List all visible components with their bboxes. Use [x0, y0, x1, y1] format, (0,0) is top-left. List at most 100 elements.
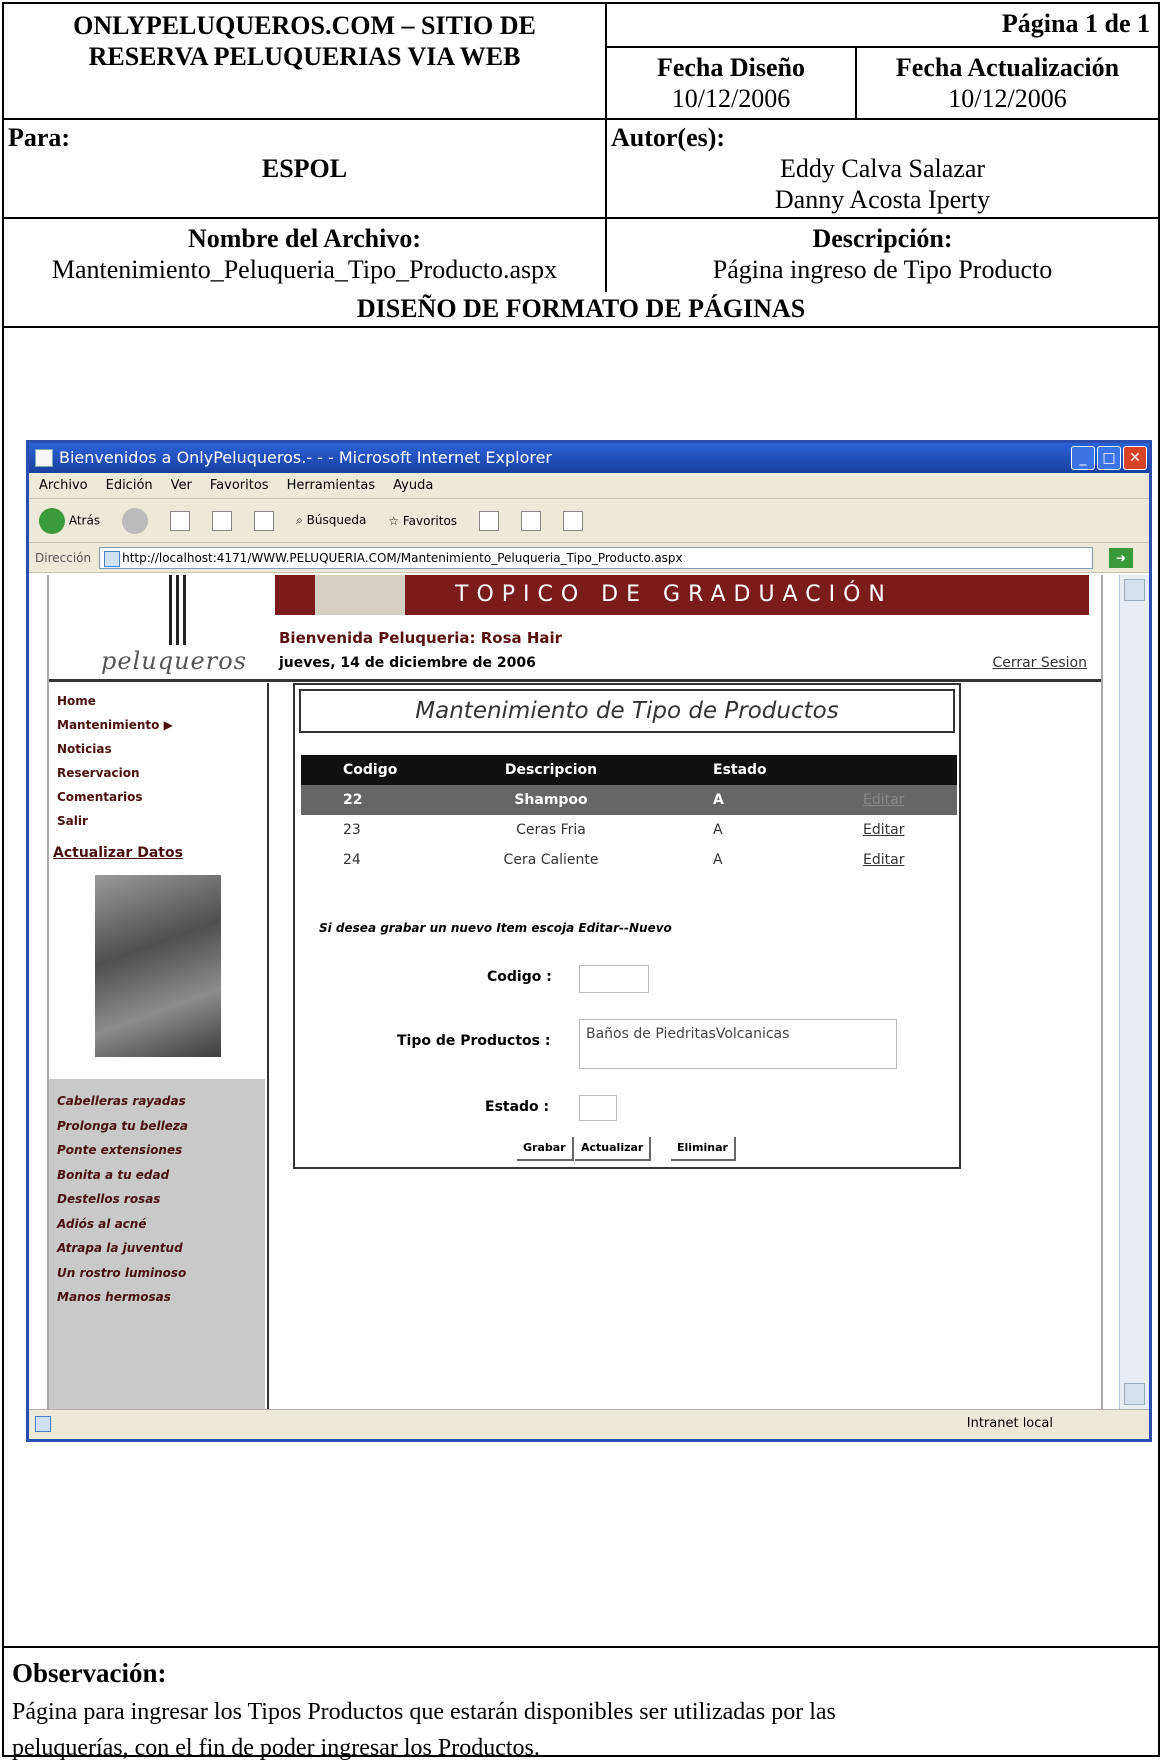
- current-date: jueves, 14 de diciembre de 2006: [279, 655, 536, 671]
- cell-estado: A: [713, 852, 723, 868]
- divider: [49, 679, 1101, 682]
- close-icon[interactable]: ✕: [1123, 446, 1147, 470]
- observation-label: Observación:: [12, 1658, 167, 1688]
- search-label: Búsqueda: [306, 513, 367, 527]
- menu-ayuda[interactable]: Ayuda: [393, 473, 433, 498]
- submenu-arrow-icon: ▶: [163, 718, 173, 732]
- menu-favoritos[interactable]: Favoritos: [210, 473, 269, 498]
- nav-noticias[interactable]: Noticias: [57, 737, 267, 761]
- status-bar: Intranet local: [29, 1409, 1149, 1439]
- promo-item[interactable]: Manos hermosas: [57, 1285, 265, 1310]
- favorites-button[interactable]: ☆ Favoritos: [388, 514, 457, 528]
- browser-window: Bienvenidos a OnlyPeluqueros.- - - Micro…: [26, 440, 1152, 1442]
- para-value: ESPOL: [261, 154, 348, 183]
- promo-item[interactable]: Adiós al acné: [57, 1212, 265, 1237]
- promo-item[interactable]: Un rostro luminoso: [57, 1261, 265, 1286]
- mail-icon[interactable]: [521, 510, 542, 531]
- descripcion-label: Descripción:: [812, 224, 953, 253]
- maximize-icon[interactable]: □: [1097, 446, 1121, 470]
- table-row: 24 Cera Caliente A Editar: [301, 845, 957, 875]
- search-button[interactable]: ⌕ Búsqueda: [296, 513, 366, 528]
- tipo-label: Tipo de Productos :: [397, 1033, 551, 1049]
- promo-photo: [95, 875, 221, 1057]
- eliminar-button[interactable]: Eliminar: [671, 1137, 736, 1161]
- menu-ver[interactable]: Ver: [171, 473, 192, 498]
- header-row-2: Para: ESPOL Autor(es): Eddy Calva Salaza…: [4, 120, 1158, 219]
- codigo-input[interactable]: [579, 965, 649, 993]
- sidebar-nav: Home Mantenimiento ▶ Noticias Reservacio…: [49, 683, 267, 833]
- fecha-actualizacion-label: Fecha Actualización: [895, 53, 1120, 82]
- header-row-1: ONLYPELUQUEROS.COM – SITIO DE RESERVA PE…: [4, 4, 1158, 120]
- history-icon[interactable]: [479, 510, 500, 531]
- update-data-link[interactable]: Actualizar Datos: [53, 845, 267, 861]
- estado-label: Estado :: [485, 1099, 550, 1115]
- promo-item[interactable]: Cabelleras rayadas: [57, 1089, 265, 1114]
- print-icon[interactable]: [563, 510, 584, 531]
- archivo-label: Nombre del Archivo:: [187, 224, 422, 253]
- promo-item[interactable]: Prolonga tu belleza: [57, 1114, 265, 1139]
- observation-line-2: peluquerías, con el fin de poder ingresa…: [12, 1735, 540, 1761]
- edit-link[interactable]: Editar: [791, 845, 957, 875]
- table-header: Codigo Descripcion Estado: [301, 755, 957, 785]
- descripcion-value: Página ingreso de Tipo Producto: [712, 255, 1053, 284]
- cell-estado: A: [713, 822, 723, 838]
- site-title-line-2: RESERVA PELUQUERIAS VIA WEB: [88, 42, 521, 71]
- window-title: Bienvenidos a OnlyPeluqueros.- - - Micro…: [59, 448, 553, 467]
- fecha-diseno-value: 10/12/2006: [671, 84, 791, 113]
- back-button[interactable]: Atrás: [39, 507, 101, 534]
- promo-item[interactable]: Bonita a tu edad: [57, 1163, 265, 1188]
- logout-link[interactable]: Cerrar Sesion: [992, 655, 1087, 671]
- favorites-label: Favoritos: [402, 513, 458, 528]
- promo-item[interactable]: Atrapa la juventud: [57, 1236, 265, 1261]
- nav-mantenimiento[interactable]: Mantenimiento ▶: [57, 713, 267, 737]
- new-item-hint: Si desea grabar un nuevo Item escoja Edi…: [319, 921, 672, 935]
- estado-input[interactable]: [579, 1095, 617, 1121]
- minimize-icon[interactable]: _: [1071, 446, 1095, 470]
- title-bar: Bienvenidos a OnlyPeluqueros.- - - Micro…: [29, 443, 1149, 473]
- fecha-diseno-label: Fecha Diseño: [656, 53, 806, 82]
- cell-codigo: 23: [343, 822, 361, 838]
- go-button[interactable]: ➜: [1109, 547, 1133, 568]
- menu-edicion[interactable]: Edición: [106, 473, 153, 498]
- back-icon: [39, 507, 65, 534]
- col-codigo: Codigo: [343, 762, 398, 778]
- edit-link[interactable]: Editar: [791, 815, 957, 845]
- stop-icon[interactable]: [170, 510, 191, 531]
- menu-archivo[interactable]: Archivo: [39, 473, 88, 498]
- nav-home[interactable]: Home: [57, 689, 267, 713]
- col-estado: Estado: [713, 762, 767, 778]
- promo-item[interactable]: Destellos rosas: [57, 1187, 265, 1212]
- codigo-label-text: Codigo: [487, 969, 542, 985]
- observation-block: Observación: Página para ingresar los Ti…: [4, 1648, 1158, 1763]
- para-block: Para: ESPOL: [4, 120, 607, 217]
- refresh-icon[interactable]: [212, 510, 233, 531]
- site-banner: TOPICO DE GRADUACIÓN: [275, 575, 1089, 615]
- promo-item[interactable]: Ponte extensiones: [57, 1138, 265, 1163]
- cell-descripcion: Ceras Fria: [516, 822, 586, 838]
- forward-icon[interactable]: [122, 507, 149, 534]
- actualizar-button[interactable]: Actualizar: [575, 1137, 652, 1161]
- vertical-scrollbar[interactable]: [1119, 575, 1149, 1409]
- back-label: Atrás: [68, 513, 101, 527]
- fecha-actualizacion: Fecha Actualización 10/12/2006: [857, 48, 1158, 118]
- nav-reservacion[interactable]: Reservacion: [57, 761, 267, 785]
- ie-icon: [35, 449, 53, 467]
- edit-link[interactable]: Editar: [791, 785, 957, 815]
- cell-estado: A: [713, 792, 724, 808]
- address-input[interactable]: http://localhost:4171/WWW.PELUQUERIA.COM…: [99, 546, 1093, 569]
- observation-line-1: Página para ingresar los Tipos Productos…: [12, 1699, 836, 1725]
- grabar-button[interactable]: Grabar: [517, 1137, 574, 1161]
- nav-salir[interactable]: Salir: [57, 809, 267, 833]
- para-label: Para:: [8, 123, 71, 152]
- nav-comentarios[interactable]: Comentarios: [57, 785, 267, 809]
- panel-title: Mantenimiento de Tipo de Productos: [299, 689, 955, 733]
- menu-herramientas[interactable]: Herramientas: [287, 473, 376, 498]
- cell-codigo: 24: [343, 852, 361, 868]
- col-descripcion: Descripcion: [504, 762, 598, 778]
- tipo-textarea[interactable]: Baños de PiedritasVolcanicas: [579, 1019, 897, 1069]
- header-row-3: Nombre del Archivo: Mantenimiento_Peluqu…: [4, 219, 1158, 292]
- table-row: 22 Shampoo A Editar: [301, 785, 957, 815]
- product-type-table: Codigo Descripcion Estado 22 Shampoo A E…: [301, 755, 957, 875]
- logo-text: peluqueros: [101, 647, 247, 675]
- home-icon[interactable]: [254, 510, 275, 531]
